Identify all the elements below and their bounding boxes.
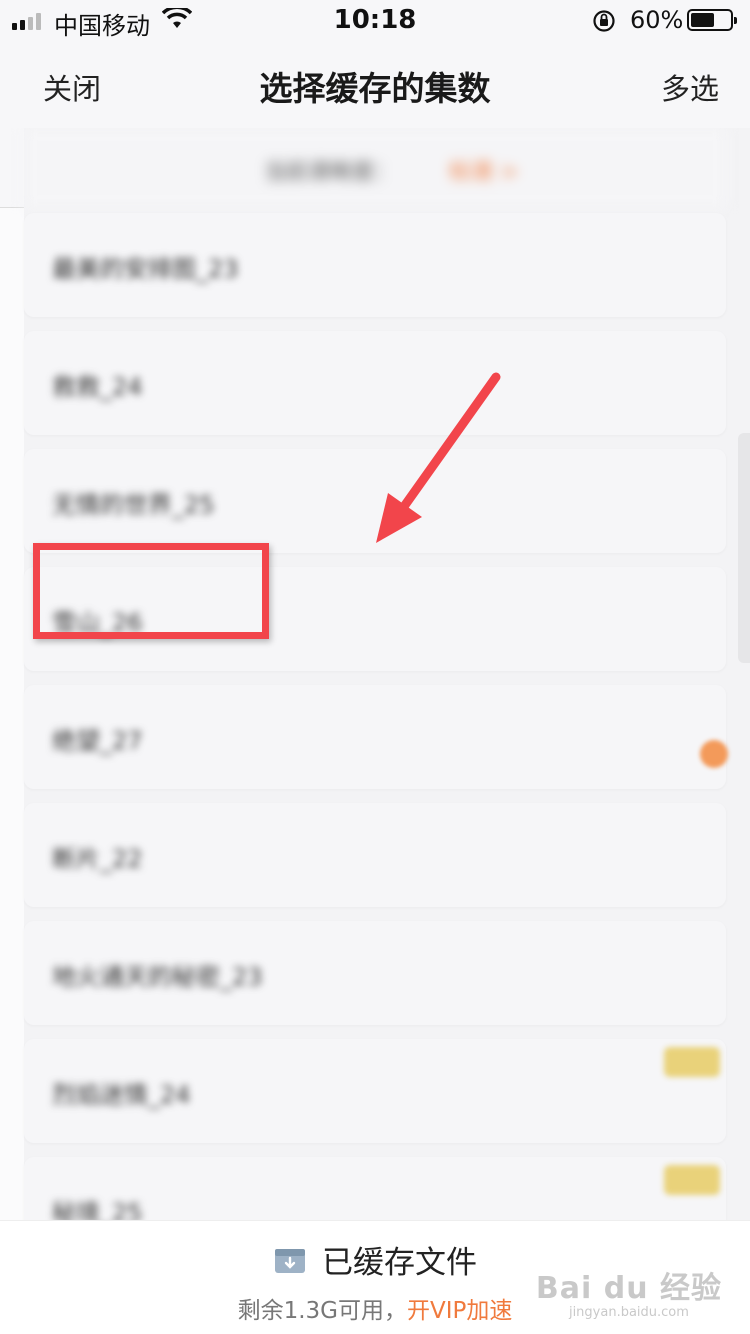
- episode-item[interactable]: 绝望_27: [24, 685, 726, 789]
- page-title: 选择缓存的集数: [259, 69, 491, 108]
- quality-notice: 当前清晰度： 标清 >: [24, 128, 726, 208]
- episode-title: 救救_24: [52, 373, 143, 401]
- episode-item[interactable]: 断片_22: [24, 803, 726, 907]
- vip-badge: [664, 1165, 720, 1195]
- episode-title: 地火通天的秘密_23: [52, 963, 263, 991]
- nav-bar: 关闭 选择缓存的集数 多选: [0, 40, 750, 128]
- status-bar: 中国移动 10:18 60%: [0, 0, 750, 40]
- download-box-icon: [274, 1248, 305, 1273]
- vip-speedup-link[interactable]: 开VIP加速: [407, 1298, 512, 1324]
- episode-content: 当前清晰度： 标清 > 最美的安排图_23 救救_24 无情的世界_25 雪山_…: [0, 128, 750, 1220]
- episode-title: 绝望_27: [52, 727, 143, 755]
- baidu-jingyan-watermark: Bai du 经验 jingyan.baidu.com: [536, 1263, 722, 1320]
- quality-switch-link[interactable]: 标清 >: [449, 154, 518, 186]
- storage-remaining-text: 剩余1.3G可用，: [237, 1298, 407, 1324]
- battery-fill: [691, 13, 714, 27]
- quality-notice-text: 当前清晰度：: [264, 160, 397, 185]
- episode-item[interactable]: 地火通天的秘密_23: [24, 921, 726, 1025]
- episode-title: 无情的世界_25: [52, 491, 215, 519]
- episode-item[interactable]: 最美的安排图_23: [24, 213, 726, 317]
- episode-item[interactable]: 秘境_25: [24, 1157, 726, 1220]
- episode-title: 秘境_25: [52, 1199, 143, 1220]
- watermark-logo: Bai du 经验: [535, 1271, 722, 1306]
- episode-title: 断片_22: [52, 845, 143, 873]
- cached-files-label: 已缓存文件: [322, 1245, 478, 1281]
- bottom-bar: 已缓存文件 剩余1.3G可用，开VIP加速 Bai du 经验 jingyan.…: [0, 1220, 750, 1334]
- battery-icon: [687, 9, 737, 31]
- vip-badge: [664, 1047, 720, 1077]
- episode-item[interactable]: 烈焰迷情_24: [24, 1039, 726, 1143]
- battery-percent: 60%: [630, 6, 684, 34]
- episode-title: 最美的安排图_23: [52, 255, 239, 283]
- annotation-arrow-icon: [376, 372, 501, 543]
- annotation-highlight-box: [33, 543, 269, 639]
- floating-dot-icon[interactable]: [700, 740, 728, 768]
- multi-select-button[interactable]: 多选: [661, 66, 719, 108]
- orientation-lock-icon: [593, 10, 615, 32]
- scrollbar-thumb[interactable]: [738, 433, 750, 663]
- watermark-url: jingyan.baidu.com: [568, 1305, 689, 1320]
- episode-title: 烈焰迷情_24: [52, 1081, 191, 1109]
